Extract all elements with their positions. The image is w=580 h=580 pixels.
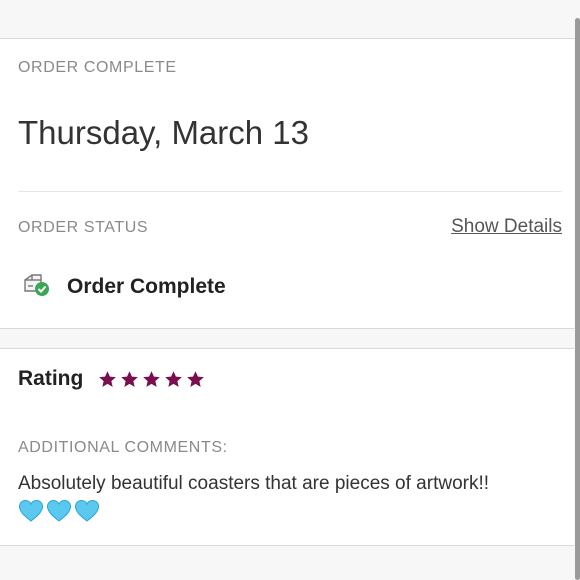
star-icon	[121, 371, 138, 387]
rating-label: Rating	[18, 367, 84, 390]
comment-text: Absolutely beautiful coasters that are p…	[18, 473, 490, 494]
package-check-icon	[22, 272, 50, 298]
star-icon	[99, 371, 116, 387]
scrollbar[interactable]	[575, 18, 580, 580]
divider	[18, 191, 562, 192]
order-status-text: Order Complete	[67, 275, 226, 298]
heart-icon	[46, 499, 72, 522]
star-icon	[165, 371, 182, 387]
star-icon	[187, 371, 204, 387]
order-date: Thursday, March 13	[18, 114, 310, 151]
comment-emoji	[18, 499, 558, 523]
rating-stars	[98, 370, 205, 389]
comments-label: ADDITIONAL COMMENTS:	[18, 439, 228, 456]
order-status-label: ORDER STATUS	[18, 219, 149, 236]
heart-icon	[74, 499, 100, 522]
heart-icon	[18, 499, 44, 522]
top-bar	[0, 0, 580, 39]
review-card: Rating ADDITIONAL COMMENTS: Absolutely b…	[0, 348, 574, 546]
show-details-link[interactable]: Show Details	[451, 216, 562, 238]
star-icon	[143, 371, 160, 387]
order-summary-card: ORDER COMPLETE Thursday, March 13 ORDER …	[0, 39, 574, 329]
comment-body: Absolutely beautiful coasters that are p…	[18, 471, 558, 523]
order-header-label: ORDER COMPLETE	[18, 59, 177, 76]
